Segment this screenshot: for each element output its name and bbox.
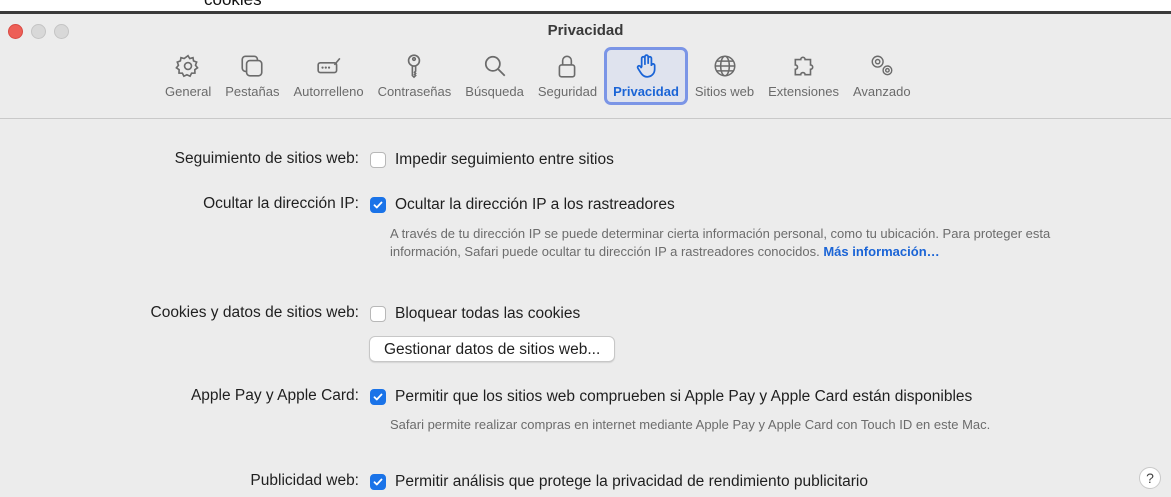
- preferences-toolbar: General Pestañas Autorrelleno Contraseña…: [158, 47, 918, 107]
- tab-label: Seguridad: [537, 84, 598, 99]
- tab-label: Búsqueda: [465, 84, 524, 99]
- tab-label: Pestañas: [225, 84, 280, 99]
- checkmark-icon: [373, 478, 383, 486]
- gear-icon: [175, 54, 199, 78]
- ip-option[interactable]: Ocultar la dirección IP a los rastreador…: [370, 196, 675, 214]
- ip-checkbox[interactable]: [370, 197, 386, 213]
- applepay-checkbox[interactable]: [370, 389, 386, 405]
- checkmark-icon: [373, 201, 383, 209]
- ads-option[interactable]: Permitir análisis que protege la privaci…: [370, 473, 868, 491]
- ip-description: A través de tu dirección IP se puede det…: [390, 225, 1060, 261]
- manage-website-data-button[interactable]: Gestionar datos de sitios web...: [369, 336, 616, 362]
- titlebar: Privacidad General Pestañas Autorrelleno…: [0, 14, 1171, 119]
- checkmark-icon: [373, 393, 383, 401]
- tab-busqueda[interactable]: Búsqueda: [458, 47, 531, 105]
- tab-label: Autorrelleno: [293, 84, 364, 99]
- puzzle-icon: [794, 56, 813, 76]
- help-button[interactable]: ?: [1139, 467, 1161, 489]
- hand-icon: [636, 54, 656, 78]
- applepay-option-label: Permitir que los sitios web comprueben s…: [395, 388, 973, 405]
- lock-icon: [559, 55, 576, 78]
- tab-label: General: [165, 84, 212, 99]
- tracking-option[interactable]: Impedir seguimiento entre sitios: [370, 151, 614, 169]
- tab-sitios-web[interactable]: Sitios web: [688, 47, 761, 105]
- gears-icon: [871, 55, 893, 76]
- cookies-option[interactable]: Bloquear todas las cookies: [370, 305, 580, 323]
- tab-label: Contraseñas: [377, 84, 452, 99]
- tab-label: Avanzado: [852, 84, 911, 99]
- tab-label: Sitios web: [694, 84, 755, 99]
- tab-autorrelleno[interactable]: Autorrelleno: [286, 47, 370, 105]
- tab-label: Privacidad: [613, 84, 679, 99]
- applepay-label: Apple Pay y Apple Card:: [190, 387, 359, 404]
- tab-privacidad[interactable]: Privacidad: [604, 47, 688, 105]
- window-title: Privacidad: [547, 22, 624, 39]
- applepay-option[interactable]: Permitir que los sitios web comprueben s…: [370, 388, 972, 406]
- autofill-icon: [316, 57, 340, 74]
- cookies-label: Cookies y datos de sitios web:: [150, 304, 360, 321]
- ip-description-text: A través de tu dirección IP se puede det…: [390, 226, 1051, 259]
- tab-contrasenas[interactable]: Contraseñas: [371, 47, 459, 105]
- search-icon: [484, 55, 505, 77]
- ip-label: Ocultar la dirección IP:: [203, 195, 359, 212]
- tabs-icon: [241, 55, 263, 77]
- cookies-checkbox[interactable]: [370, 306, 386, 322]
- tab-avanzado[interactable]: Avanzado: [846, 47, 918, 105]
- tab-general[interactable]: General: [158, 47, 218, 105]
- tracking-checkbox[interactable]: [370, 152, 386, 168]
- ip-option-label: Ocultar la dirección IP a los rastreador…: [395, 196, 675, 213]
- tab-pestanas[interactable]: Pestañas: [218, 47, 286, 105]
- tracking-option-label: Impedir seguimiento entre sitios: [395, 151, 614, 168]
- cropped-heading-fragment: cookies: [204, 0, 262, 10]
- tracking-label: Seguimiento de sitios web:: [174, 150, 359, 167]
- tab-extensiones[interactable]: Extensiones: [761, 47, 846, 105]
- ads-checkbox[interactable]: [370, 474, 386, 490]
- cookies-option-label: Bloquear todas las cookies: [395, 305, 581, 322]
- tab-label: Extensiones: [768, 84, 839, 99]
- key-icon: [408, 54, 421, 79]
- ads-option-label: Permitir análisis que protege la privaci…: [395, 473, 868, 490]
- applepay-description: Safari permite realizar compras en inter…: [390, 417, 991, 432]
- preferences-window: Privacidad General Pestañas Autorrelleno…: [0, 11, 1171, 497]
- ads-label: Publicidad web:: [250, 472, 359, 489]
- privacy-settings-pane: Seguimiento de sitios web: Impedir segui…: [0, 120, 1171, 497]
- globe-icon: [714, 55, 736, 77]
- more-info-link[interactable]: Más información…: [823, 244, 939, 259]
- tab-seguridad[interactable]: Seguridad: [531, 47, 604, 105]
